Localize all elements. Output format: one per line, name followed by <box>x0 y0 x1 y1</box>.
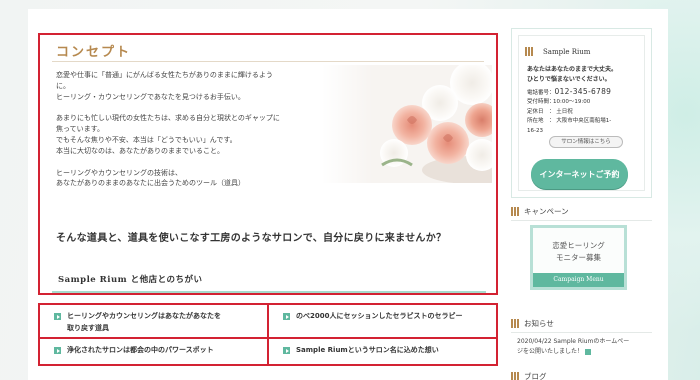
roses-image <box>322 65 492 183</box>
concept-line: ヒーリング・カウンセリングであなたを見つけるお手伝い。 <box>56 92 245 101</box>
info-row-address-cont: 16-23 <box>527 127 651 137</box>
concept-line: ヒーリングやカウンセリングの技術は、 <box>56 168 182 177</box>
news-heading: お知らせ <box>511 318 652 333</box>
link-line: 取り戻す道具 <box>67 323 109 332</box>
blog-heading-label: ブログ <box>524 372 547 380</box>
salon-info-button[interactable]: サロン情報はこちら <box>549 136 623 148</box>
difference-link-tools[interactable]: ヒーリングやカウンセリングはあなたがあなたを 取り戻す道具 <box>38 303 269 339</box>
concept-paragraph-2: あまりにも忙しい現代の女性たちは、求める自分と現状とのギャップに 焦っています。… <box>56 113 318 156</box>
salon-profile-card: Sample Rium あなたはあなたのままで大丈夫。 ひとりで悩まないでくださ… <box>511 28 652 198</box>
news-item-line: 2020/04/22 Sample Riumのホームペー <box>517 338 630 345</box>
info-value: ： 土日祝 <box>549 108 573 115</box>
news-item-line: ジを公開いたしました！ <box>517 348 584 355</box>
concept-line: に。 <box>56 81 70 90</box>
news-heading-label: お知らせ <box>524 319 554 328</box>
internet-reservation-button[interactable]: インターネットご予約 <box>531 159 628 189</box>
arrow-right-icon <box>283 313 290 320</box>
difference-link-label: のべ2000人にセッションしたセラピストのセラピー <box>296 312 463 320</box>
info-row-hours: 受付時間： 10:00～19:00 <box>527 98 651 108</box>
campaign-heading-label: キャンペーン <box>524 207 569 216</box>
info-value: 10:00～19:00 <box>553 99 591 105</box>
salon-catchphrase: あなたはあなたのままで大丈夫。 ひとりで悩まないでください。 <box>527 65 645 85</box>
catch-line: ひとりで悩まないでください。 <box>527 76 611 83</box>
sidebar: Sample Rium あなたはあなたのままで大丈夫。 ひとりで悩まないでくださ… <box>511 28 652 380</box>
salon-name: Sample Rium <box>543 48 591 56</box>
info-key: 所在地 <box>527 118 544 124</box>
info-key: 定休日 <box>527 108 544 115</box>
heading-bars-icon <box>511 372 520 380</box>
link-line: ヒーリングやカウンセリングはあなたがあなたを <box>67 312 221 320</box>
phone-number[interactable]: 012-345-6789 <box>555 87 612 96</box>
arrow-right-icon <box>54 313 61 320</box>
heading-bars-icon <box>511 207 520 216</box>
heading-bars-icon <box>525 47 534 56</box>
campaign-heading: キャンペーン <box>511 206 652 221</box>
concept-line: あなたがありのままのあなたに出会うためのツール（道具） <box>56 179 245 188</box>
info-key: 受付時間： <box>527 99 555 105</box>
difference-link-label: 浄化されたサロンは都会の中のパワースポット <box>67 346 214 354</box>
salon-info-table: 受付時間： 10:00～19:00 定休日 ： 土日祝 所在地 ： 大阪市中央区… <box>527 98 651 136</box>
news-item[interactable]: 2020/04/22 Sample Riumのホームペー ジを公開いたしました！ <box>517 337 650 357</box>
arrow-right-icon <box>283 347 290 354</box>
campaign-banner[interactable]: 恋愛ヒーリング モニター募集 Campaign Menu <box>530 225 627 290</box>
phone-label: 電話番号： <box>527 90 555 96</box>
concept-section: コンセプト 恋愛や仕事に「普通」にがんばる女性たちがありのままに輝けるよう に。… <box>38 33 498 295</box>
concept-line: でもそんな焦りや不安、本当は「どうでもいい」んです。 <box>56 135 237 144</box>
concept-lead-text: そんな道具と、道具を使いこなす工房のようなサロンで、自分に戻りに来ませんか？ <box>56 233 447 244</box>
concept-line: 恋愛や仕事に「普通」にがんばる女性たちがありのままに輝けるよう <box>56 71 273 79</box>
new-badge-icon <box>585 348 592 355</box>
title-divider <box>52 61 484 62</box>
campaign-title-line: 恋愛ヒーリング <box>552 241 605 250</box>
difference-link-therapist[interactable]: のべ2000人にセッションしたセラピストのセラピー <box>267 303 498 339</box>
heading-divider <box>511 220 652 221</box>
difference-link-salon-name[interactable]: Sample Riumというサロン名に込めた想い <box>267 337 498 366</box>
concept-line: あまりにも忙しい現代の女性たちは、求める自分と現状とのギャップに <box>56 114 280 123</box>
info-row-address: 所在地 ： 大阪市中央区南船場1- <box>527 117 651 127</box>
salon-phone: 電話番号：012-345-6789 <box>527 87 647 96</box>
difference-divider <box>52 291 486 293</box>
catch-line: あなたはあなたのままで大丈夫。 <box>527 66 618 73</box>
info-value: ： 大阪市中央区南船場1- <box>549 118 612 124</box>
campaign-title-line: モニター募集 <box>556 253 601 262</box>
difference-heading: Sample Rium と他店とのちがい <box>58 275 203 285</box>
heading-divider <box>511 332 652 333</box>
info-row-holiday: 定休日 ： 土日祝 <box>527 108 651 118</box>
concept-body: 恋愛や仕事に「普通」にがんばる女性たちがありのままに輝けるよう に。 ヒーリング… <box>56 70 318 189</box>
difference-link-label: Sample Riumというサロン名に込めた想い <box>296 346 439 354</box>
difference-link-label: ヒーリングやカウンセリングはあなたがあなたを 取り戻す道具 <box>67 311 261 334</box>
heading-bars-icon <box>511 319 520 328</box>
concept-title: コンセプト <box>56 45 132 60</box>
concept-line: 本当に大切なのは、あなたがありのままでいること。 <box>56 146 224 155</box>
concept-paragraph-1: 恋愛や仕事に「普通」にがんばる女性たちがありのままに輝けるよう に。 ヒーリング… <box>56 70 318 102</box>
difference-link-power-spot[interactable]: 浄化されたサロンは都会の中のパワースポット <box>38 337 269 366</box>
campaign-footer: Campaign Menu <box>533 273 624 287</box>
concept-line: 焦っています。 <box>56 125 104 134</box>
main-content: コンセプト 恋愛や仕事に「普通」にがんばる女性たちがありのままに輝けるよう に。… <box>38 33 498 366</box>
arrow-right-icon <box>54 347 61 354</box>
concept-paragraph-3: ヒーリングやカウンセリングの技術は、 あなたがありのままのあなたに出会うためのツ… <box>56 168 318 190</box>
blog-heading: ブログ <box>511 371 652 380</box>
info-key: 16-23 <box>527 127 543 134</box>
